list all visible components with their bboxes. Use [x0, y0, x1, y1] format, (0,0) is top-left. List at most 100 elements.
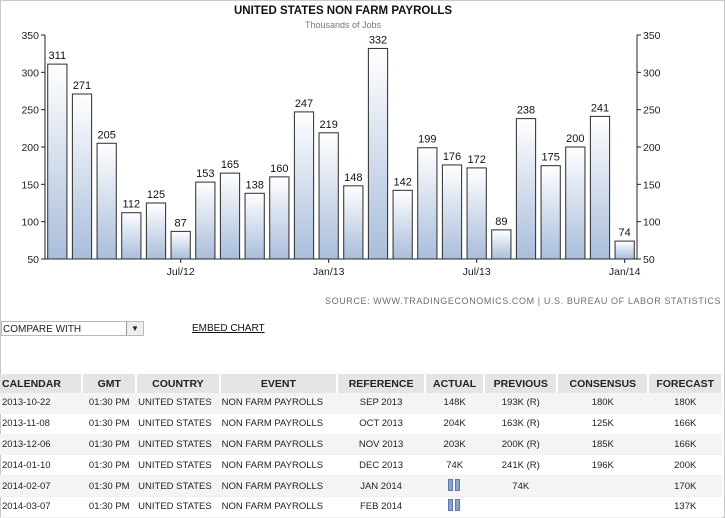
bar[interactable] — [343, 185, 364, 260]
cell-consensus: 125K — [557, 413, 649, 435]
bar-value-label: 165 — [221, 159, 239, 171]
bar-value-label: 160 — [270, 163, 288, 175]
cell-consensus: 180K — [557, 393, 649, 414]
col-header-gmt[interactable]: GMT — [82, 374, 138, 393]
cell-event: NON FARM PAYROLLS — [219, 434, 338, 456]
cell-forecast: 180K — [648, 393, 722, 414]
bar[interactable] — [417, 147, 438, 260]
bar[interactable] — [47, 63, 68, 260]
calendar-header-row: CALENDAR GMT COUNTRY EVENT REFERENCE ACTUAL PR… — [0, 374, 723, 393]
x-tick-label: Jul/13 — [463, 266, 491, 278]
cell-reference: DEC 2013 — [337, 454, 425, 477]
cell-reference: SEP 2013 — [337, 393, 425, 414]
col-header-consensus[interactable]: CONSENSUS — [557, 374, 650, 393]
cell-country: UNITED STATES — [136, 454, 220, 477]
cell-reference: OCT 2013 — [337, 413, 425, 435]
y-tick-label-left: 200 — [21, 142, 39, 154]
bar[interactable] — [589, 115, 611, 260]
cell-consensus — [557, 475, 649, 497]
bar[interactable] — [121, 212, 142, 260]
bar[interactable] — [71, 93, 93, 260]
bar-value-label: 87 — [175, 217, 187, 229]
compare-with-select[interactable]: COMPARE WITH ▼ — [1, 321, 144, 336]
bar[interactable] — [244, 192, 265, 260]
table-row: 2013-11-08 01:30 PM UNITED STATES NON FARM … — [0, 413, 722, 435]
col-header-actual[interactable]: ACTUAL — [424, 374, 486, 393]
cell-calendar-date: 2013-12-06 — [0, 434, 83, 456]
y-tick-label-right: 50 — [643, 254, 655, 266]
bar[interactable] — [269, 176, 290, 260]
col-header-previous[interactable]: PREVIOUS — [484, 374, 559, 393]
cell-gmt-time: 01:30 PM — [82, 475, 137, 497]
bar[interactable] — [466, 167, 487, 260]
cell-country: UNITED STATES — [136, 475, 220, 497]
bar[interactable] — [145, 202, 167, 260]
cell-gmt-time: 01:30 PM — [82, 454, 137, 477]
x-tick-label: Jan/13 — [313, 266, 345, 278]
cell-previous: 74K — [484, 475, 558, 497]
cell-previous: 200K (R) — [484, 434, 558, 456]
bar[interactable] — [195, 181, 216, 260]
chart-source: SOURCE: WWW.TRADINGECONOMICS.COM | U.S. … — [325, 296, 722, 306]
bar[interactable] — [392, 189, 413, 260]
col-header-forecast[interactable]: FORECAST — [648, 374, 723, 393]
chart-axes: 50 50 100 100 150 150 200 200 250 250 300 300 350 350… — [21, 30, 660, 278]
chevron-down-icon[interactable]: ▼ — [126, 322, 143, 335]
cell-gmt-time: 01:30 PM — [82, 413, 137, 435]
bar-value-label: 175 — [541, 152, 559, 164]
y-tick-label-left: 50 — [27, 254, 39, 266]
cell-forecast: 200K — [648, 454, 722, 477]
calendar-table: CALENDAR GMT COUNTRY EVENT REFERENCE ACTUAL PR… — [0, 374, 723, 518]
bar-value-label: 172 — [467, 154, 485, 166]
bar[interactable] — [441, 164, 463, 260]
bar[interactable] — [318, 132, 339, 260]
bar-value-label: 241 — [591, 102, 609, 114]
bar[interactable] — [565, 146, 586, 260]
col-header-event[interactable]: EVENT — [219, 374, 339, 393]
cell-calendar-date: 2014-03-07 — [0, 496, 83, 518]
bar-value-label: 271 — [73, 80, 91, 92]
x-tick-label: Jan/14 — [609, 266, 641, 278]
bar[interactable] — [367, 47, 389, 260]
bar[interactable] — [614, 240, 635, 260]
bar[interactable] — [170, 230, 191, 260]
bar-value-label: 199 — [418, 134, 436, 146]
cell-actual: 148K — [424, 393, 485, 414]
embed-chart-link[interactable]: EMBED CHART — [192, 323, 265, 334]
cell-calendar-date: 2013-10-22 — [0, 393, 83, 414]
table-row: 2013-10-22 01:30 PM UNITED STATES NON FARM … — [0, 393, 722, 414]
cell-event: NON FARM PAYROLLS — [219, 496, 338, 518]
cell-event: NON FARM PAYROLLS — [219, 475, 338, 497]
cell-actual: 74K — [424, 454, 485, 477]
cell-consensus: 196K — [557, 454, 649, 477]
cell-actual: 203K — [424, 434, 485, 456]
y-tick-label-right: 250 — [643, 105, 661, 117]
cell-country: UNITED STATES — [136, 413, 220, 435]
cell-event: NON FARM PAYROLLS — [219, 454, 338, 477]
cell-actual: 204K — [424, 413, 485, 435]
y-tick-label-left: 350 — [21, 30, 39, 42]
bar-value-label: 311 — [49, 50, 67, 62]
bar[interactable] — [293, 111, 315, 260]
bar-value-label: 89 — [495, 216, 507, 228]
bar[interactable] — [96, 142, 117, 260]
col-header-calendar[interactable]: CALENDAR — [0, 374, 84, 393]
bar[interactable] — [219, 172, 241, 260]
cell-forecast: 166K — [648, 434, 722, 456]
cell-actual — [424, 496, 485, 518]
bar[interactable] — [540, 165, 561, 260]
cell-country: UNITED STATES — [136, 434, 220, 456]
y-tick-label-right: 200 — [643, 142, 661, 154]
cell-calendar-date: 2014-01-10 — [0, 454, 83, 477]
cell-previous — [484, 496, 558, 518]
cell-forecast: 137K — [648, 496, 722, 518]
bar-value-label: 205 — [97, 129, 115, 141]
col-header-reference[interactable]: REFERENCE — [337, 374, 426, 393]
bar-value-label: 142 — [393, 176, 411, 188]
col-header-country[interactable]: COUNTRY — [136, 374, 221, 393]
bar-value-label: 153 — [196, 168, 214, 180]
bar[interactable] — [515, 118, 537, 260]
bar[interactable] — [491, 229, 512, 260]
cell-reference: FEB 2014 — [337, 496, 425, 518]
y-tick-label-right: 300 — [643, 67, 661, 79]
